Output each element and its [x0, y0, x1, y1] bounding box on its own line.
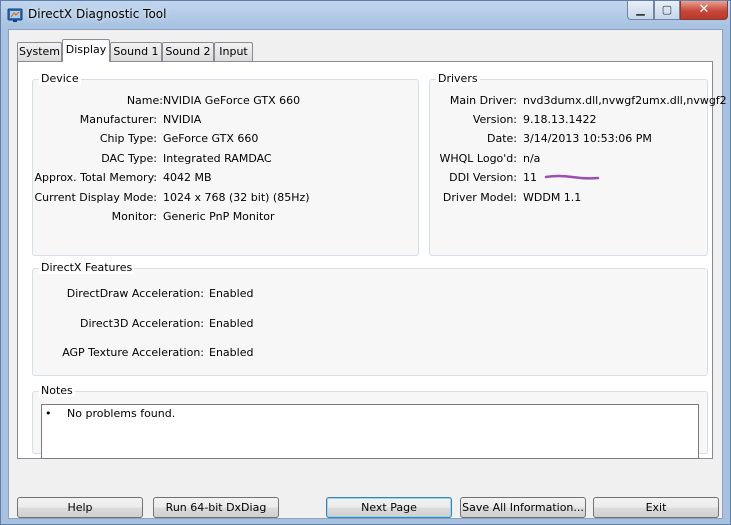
dxdiag-window: DirectX Diagnostic Tool ▁ ▢ ✕ System Dis… [0, 0, 731, 525]
window-title: DirectX Diagnostic Tool [28, 7, 167, 21]
maximize-button[interactable]: ▢ [654, 1, 680, 20]
client-area: System Display Sound 1 Sound 2 Input Dev… [8, 29, 727, 519]
tab-sound-2[interactable]: Sound 2 [162, 42, 214, 61]
display-tab-panel: Device Name: NVIDIA GeForce GTX 660 Manu… [17, 61, 727, 459]
device-value: GeForce GTX 660 [163, 132, 259, 145]
device-value: 1024 x 768 (32 bit) (85Hz) [163, 191, 310, 204]
exit-button[interactable]: Exit [593, 497, 719, 518]
run-64bit-dxdiag-button[interactable]: Run 64-bit DxDiag [153, 497, 279, 518]
exit-button-label: Exit [645, 501, 667, 514]
next-page-button[interactable]: Next Page [326, 497, 452, 518]
feature-value: Enabled [209, 287, 254, 300]
note-item: No problems found. [67, 407, 176, 420]
driver-value: 3/14/2013 10:53:06 PM [523, 132, 652, 145]
device-value: NVIDIA [163, 113, 202, 126]
save-button-label: Save All Information... [462, 501, 584, 514]
tab-system[interactable]: System [17, 42, 62, 61]
features-group-title: DirectX Features [39, 261, 135, 274]
driver-value: nvd3dumx.dll,nvwgf2umx.dll,nvwgf2 [523, 94, 727, 107]
tab-label: System [18, 45, 61, 58]
tab-sound-1[interactable]: Sound 1 [110, 42, 162, 61]
feature-value: Enabled [209, 346, 254, 359]
help-button-label: Help [67, 501, 93, 514]
driver-value: n/a [523, 152, 541, 165]
driver-label: Driver Model: [442, 191, 517, 204]
run-64bit-button-label: Run 64-bit DxDiag [165, 501, 267, 514]
save-all-information-button[interactable]: Save All Information... [460, 497, 586, 518]
notes-group: Notes • No problems found. [32, 384, 708, 459]
close-icon: ✕ [698, 2, 710, 17]
directx-app-icon [7, 8, 23, 22]
feature-label: DirectDraw Acceleration: [66, 287, 204, 300]
notes-textbox[interactable]: • No problems found. [41, 404, 699, 459]
device-group-title: Device [39, 72, 81, 85]
note-bullet: • [45, 407, 52, 420]
feature-label: AGP Texture Acceleration: [62, 346, 204, 359]
tab-label: Display [65, 43, 107, 56]
help-button[interactable]: Help [17, 497, 143, 518]
device-label: Approx. Total Memory: [34, 171, 158, 184]
driver-label: Date: [487, 132, 517, 145]
device-group: Device Name: NVIDIA GeForce GTX 660 Manu… [32, 72, 419, 256]
close-button[interactable]: ✕ [680, 1, 728, 20]
device-value: 4042 MB [163, 171, 212, 184]
driver-label: WHQL Logo'd: [439, 152, 517, 165]
driver-value: WDDM 1.1 [523, 191, 582, 204]
driver-label: DDI Version: [449, 171, 517, 184]
tab-display[interactable]: Display [62, 39, 110, 62]
device-value: NVIDIA GeForce GTX 660 [163, 94, 301, 107]
device-label: Manufacturer: [79, 113, 157, 126]
device-label: Chip Type: [99, 132, 157, 145]
device-label: DAC Type: [101, 152, 157, 165]
device-label: Current Display Mode: [34, 191, 157, 204]
next-page-button-label: Next Page [361, 501, 417, 514]
minimize-icon: ▁ [636, 3, 645, 16]
annotation-scribble [544, 174, 600, 180]
device-value: Generic PnP Monitor [163, 210, 275, 223]
maximize-icon: ▢ [661, 3, 673, 16]
tab-label: Input [219, 45, 248, 58]
driver-label: Main Driver: [449, 94, 517, 107]
device-value: Integrated RAMDAC [163, 152, 272, 165]
driver-value: 11 [523, 171, 537, 184]
driver-value: 9.18.13.1422 [523, 113, 597, 126]
drivers-group: Drivers Main Driver: nvd3dumx.dll,nvwgf2… [429, 72, 727, 256]
minimize-button[interactable]: ▁ [627, 1, 654, 20]
drivers-group-title: Drivers [436, 72, 480, 85]
tab-label: Sound 1 [113, 45, 159, 58]
tab-input[interactable]: Input [214, 42, 253, 61]
feature-label: Direct3D Acceleration: [80, 317, 204, 330]
device-label: Name: [126, 94, 163, 107]
feature-value: Enabled [209, 317, 254, 330]
title-bar[interactable]: DirectX Diagnostic Tool ▁ ▢ ✕ [1, 1, 730, 29]
directx-features-group: DirectX Features DirectDraw Acceleration… [32, 261, 708, 376]
driver-label: Version: [472, 113, 517, 126]
notes-group-title: Notes [39, 384, 75, 397]
device-label: Monitor: [111, 210, 157, 223]
tab-label: Sound 2 [165, 45, 211, 58]
